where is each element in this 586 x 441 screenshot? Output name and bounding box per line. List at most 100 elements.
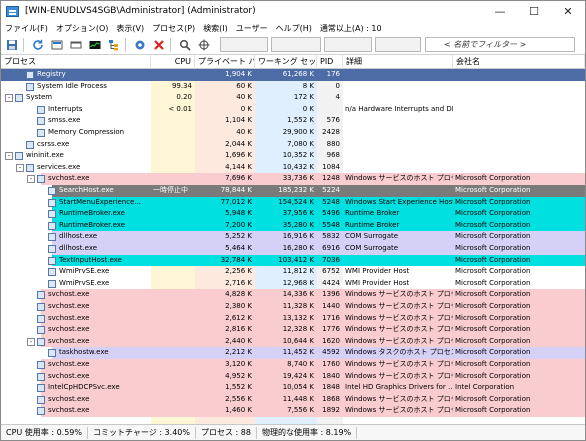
filter-input[interactable]: < 名前でフィルター > [425,37,575,52]
cpu-graph-icon[interactable] [87,37,103,53]
process-row[interactable]: svchost.exe 3,120 K 8,740 K 1760 Windows サービ… [1,359,585,371]
cell-working-set: 16,280 K [282,244,314,252]
cell-cpu [151,347,195,359]
collapse-toggle-icon[interactable]: - [27,175,35,184]
menu-help[interactable]: ヘルプ(H) [272,23,316,34]
cell-company: Microsoft Corporation [455,278,531,287]
refresh-icon[interactable] [30,37,46,53]
process-row[interactable]: TextInputHost.exe 32,784 K 103,412 K 7036 Mi… [1,254,585,267]
window-icon[interactable] [68,37,84,53]
process-row[interactable]: taskhostw.exe 2,212 K 11,452 K 4592 Windows … [1,347,585,359]
cell-working-set: 12,328 K [282,325,314,334]
crosshair-icon[interactable] [196,37,212,53]
process-row[interactable]: - svchost.exe 7,696 K 33,736 K 1248 Windows サ… [1,173,585,185]
collapse-toggle-icon[interactable]: - [16,163,24,172]
menu-process[interactable]: プロセス(P) [148,23,199,34]
process-icon [48,349,56,358]
cell-working-set: 0 K [302,104,314,113]
process-row[interactable]: - wininit.exe 1,696 K 10,352 K 968 [1,150,585,162]
process-row[interactable]: Interrupts < 0.01 0 K 0 K n/a Hardware Inter… [1,104,585,116]
tree-icon[interactable] [106,37,122,53]
cell-private-bytes: 5,252 K [225,232,252,241]
cell-working-set: 61,268 K [282,70,314,78]
process-row[interactable]: Memory Compression 40 K 29,900 K 2428 [1,127,585,139]
process-row[interactable]: SearchHost.exe 一時停止中 78,844 K 185,232 K 5224… [1,185,585,197]
cell-private-bytes: 2,556 K [225,394,252,403]
dll-view-icon[interactable] [132,37,148,53]
physical-memory-graph[interactable] [324,37,372,52]
process-name: TextInputHost.exe [59,255,122,264]
menu-users[interactable]: ユーザー [232,23,272,34]
process-row[interactable]: svchost.exe 4,952 K 19,424 K 1840 Windows サー… [1,370,585,383]
process-row[interactable]: svchost.exe 2,380 K 11,328 K 1440 Windows サー… [1,301,585,313]
column-company[interactable]: 会社名 [453,55,585,69]
column-pid[interactable]: PID [317,55,343,69]
cell-company [453,92,585,104]
cell-private-bytes: 7,200 K [225,220,252,229]
menu-view[interactable]: 表示(V) [112,23,148,34]
cell-pid: 6752 [322,267,340,276]
cell-company: Microsoft Corporation [455,232,531,241]
cpu-usage-graph[interactable] [220,37,268,52]
cell-description [343,185,453,197]
cell-private-bytes: 4,828 K [225,290,252,299]
commit-graph[interactable] [271,37,321,52]
column-cpu[interactable]: CPU [151,55,195,69]
cell-private-bytes: 60 K [236,81,252,90]
cell-private-bytes: 2,612 K [225,313,252,322]
process-icon [37,175,45,184]
process-row[interactable]: StartMenuExperience... 77,012 K 154,524 K 5… [1,196,585,209]
process-row[interactable]: svchost.exe 2,816 K 12,328 K 1776 Windows サー… [1,324,585,336]
process-row[interactable]: - services.exe 4,144 K 10,432 K 1084 [1,162,585,174]
process-icon [48,210,56,219]
process-row[interactable]: RuntimeBroker.exe 5,948 K 37,956 K 5496 Runt… [1,208,585,220]
process-row[interactable]: svchost.exe 2,612 K 13,132 K 1716 Windows サー… [1,312,585,325]
cell-private-bytes: 5,464 K [225,244,252,252]
io-graph[interactable] [375,37,421,52]
process-row[interactable]: System Idle Process 99.34 60 K 8 K 0 [1,81,585,93]
cell-description: n/a Hardware Interrupts and DPCs [345,104,453,113]
save-icon[interactable] [4,37,20,53]
process-row[interactable]: WmiPrvSE.exe 2,716 K 12,968 K 4424 WMI Provi… [1,278,585,290]
menu-options[interactable]: オプション(O) [52,23,113,34]
find-icon[interactable] [177,37,193,53]
cell-cpu [151,150,195,162]
process-row[interactable]: dllhost.exe 5,252 K 16,916 K 5832 COM Surrog… [1,231,585,243]
column-private-bytes[interactable]: プライベート バ... [195,55,255,69]
column-description[interactable]: 詳細 [343,55,453,69]
toolbar-separator [170,37,171,52]
column-process[interactable]: プロセス [1,55,151,69]
process-row[interactable]: svchost.exe 4,828 K 14,336 K 1396 Windows サー… [1,289,585,301]
status-process-count: プロセス : 88 [196,426,257,439]
cell-working-set: 103,412 K [278,255,314,264]
cell-description: Windows サービスのホスト プロセス [345,325,453,334]
minimize-button[interactable]: — [483,1,517,21]
process-row[interactable]: svchost.exe 1,460 K 7,556 K 1892 Windows サービ… [1,405,585,417]
process-name: svchost.exe [48,290,90,299]
process-name: svchost.exe [48,406,90,415]
process-row[interactable]: - System 0.20 40 K 172 K 4 [1,92,585,104]
collapse-toggle-icon[interactable]: - [5,94,13,103]
process-row[interactable]: svchost.exe 2,556 K 11,448 K 1868 Windows サー… [1,393,585,406]
maximize-button[interactable]: ☐ [517,1,551,21]
process-row[interactable]: - svchost.exe 2,440 K 10,644 K 1620 Windows サ… [1,335,585,348]
cell-working-set: 154,524 K [278,197,314,206]
kill-process-icon[interactable] [151,37,167,53]
cell-working-set: 172 K [293,93,314,102]
process-row[interactable]: WmiPrvSE.exe 2,256 K 11,812 K 6752 WMI Provi… [1,266,585,278]
menu-find[interactable]: 検索(I) [199,23,232,34]
process-row[interactable]: smss.exe 1,104 K 1,552 K 576 [1,115,585,127]
process-row[interactable]: csrss.exe 2,044 K 7,080 K 880 [1,139,585,151]
collapse-toggle-icon[interactable]: - [27,337,35,346]
collapse-toggle-icon[interactable]: - [5,152,13,161]
cell-private-bytes: 2,044 K [225,139,252,148]
cell-cpu [151,382,195,394]
column-working-set[interactable]: ワーキング セット [255,55,317,69]
system-info-icon[interactable] [49,37,65,53]
process-row[interactable]: Registry 1,904 K 61,268 K 176 [1,69,585,81]
process-row[interactable]: dllhost.exe 5,464 K 16,280 K 6916 COM Surrog… [1,243,585,255]
menu-file[interactable]: ファイル(F) [1,23,52,34]
process-row[interactable]: RuntimeBroker.exe 7,200 K 35,280 K 5548 Runt… [1,219,585,232]
close-button[interactable]: ✕ [551,1,585,21]
process-row[interactable]: IntelCpHDCPSvc.exe 1,552 K 10,054 K 1848 Int… [1,382,585,394]
